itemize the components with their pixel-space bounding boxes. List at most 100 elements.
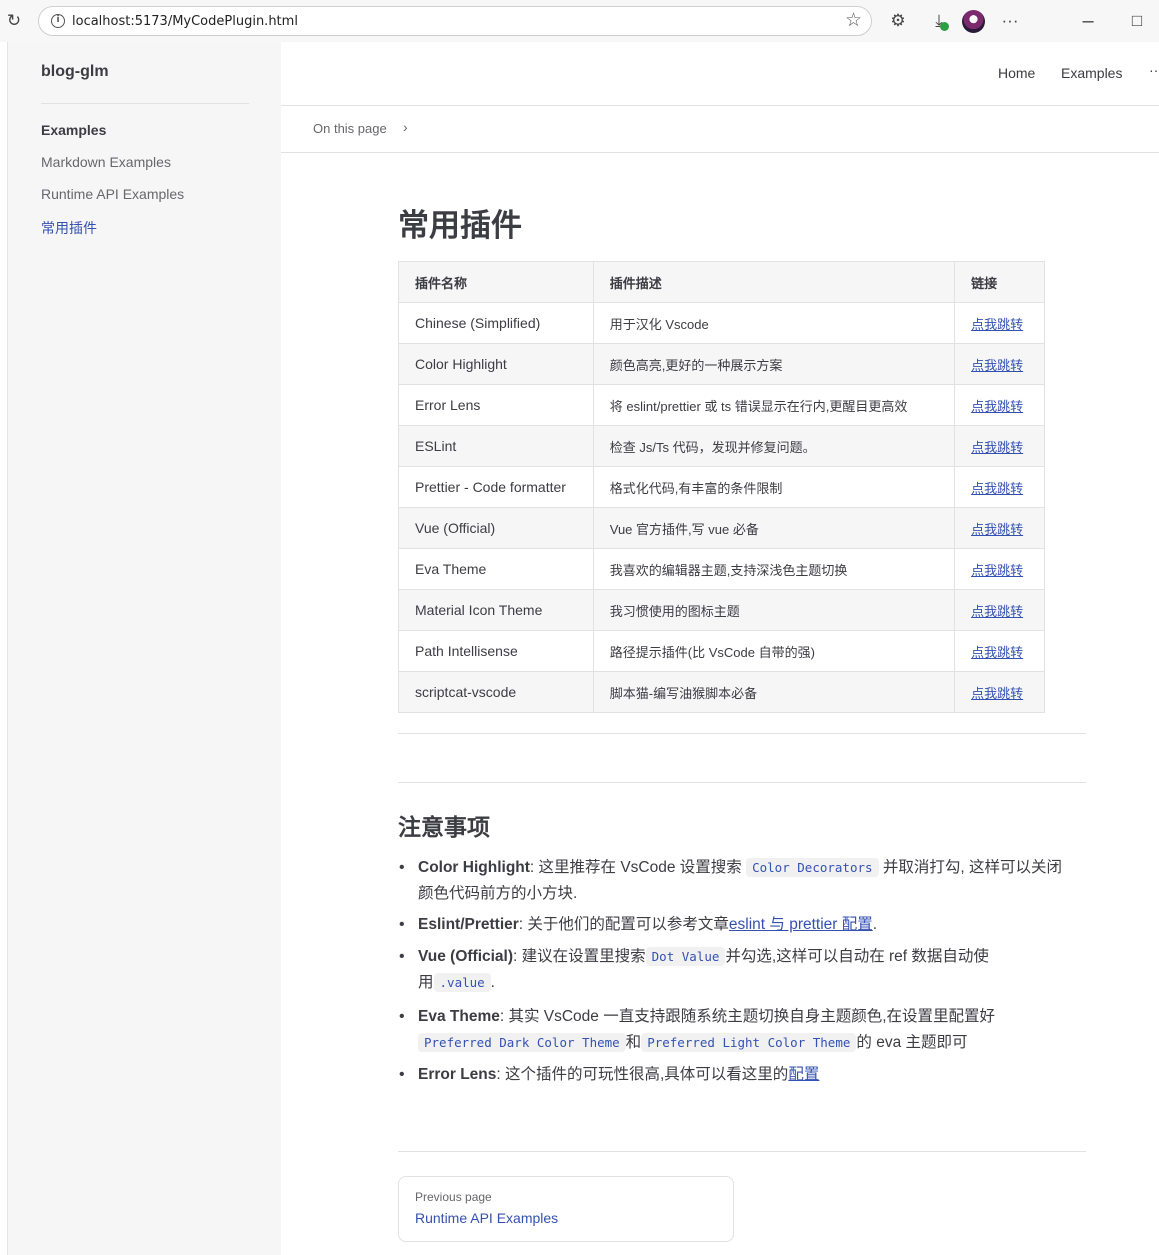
note-text: 和 [625, 1034, 642, 1051]
previous-page-label: Previous page [415, 1190, 492, 1204]
url-text[interactable]: localhost:5173/MyCodePlugin.html [72, 14, 298, 29]
plugin-description: 检查 Js/Ts 代码，发现并修复问题。 [592, 425, 956, 467]
reload-icon[interactable]: ↻ [4, 11, 24, 31]
plugin-name: scriptcat-vscode [398, 671, 594, 713]
note-text: 的 eva 主题即可 [856, 1034, 968, 1051]
page-title: 常用插件 [398, 208, 522, 243]
local-nav: On this page › [281, 106, 1159, 153]
plugin-description: 脚本猫-编写油猴脚本必备 [592, 671, 956, 713]
nav-more-icon[interactable]: ·· [1149, 62, 1158, 78]
inline-code: .value [433, 973, 491, 992]
inline-code: Preferred Light Color Theme [641, 1033, 857, 1052]
sidebar-item-markdown-examples[interactable]: Markdown Examples [41, 154, 171, 170]
sidebar-group-title: Examples [41, 122, 107, 138]
plugin-name: Vue (Official) [398, 507, 594, 549]
column-header-name: 插件名称 [398, 261, 594, 303]
divider [398, 782, 1086, 783]
plugin-link[interactable]: 点我跳转 [971, 317, 1023, 332]
note-text: . [872, 916, 878, 933]
site-title[interactable]: blog-glm [41, 63, 109, 81]
on-this-page-button[interactable]: On this page [313, 121, 387, 136]
divider [398, 1151, 1086, 1152]
note-text: 用 [418, 974, 434, 991]
plugin-link[interactable]: 点我跳转 [971, 358, 1023, 373]
sidebar-divider [41, 103, 249, 104]
download-complete-badge [940, 22, 949, 31]
column-header-description: 插件描述 [592, 261, 956, 303]
address-bar[interactable]: i localhost:5173/MyCodePlugin.html ☆ [38, 6, 872, 36]
inline-code: Dot Value [645, 947, 726, 966]
plugin-description: Vue 官方插件,写 vue 必备 [592, 507, 956, 549]
sidebar-item-runtime-api-examples[interactable]: Runtime API Examples [41, 186, 184, 202]
plugin-link[interactable]: 点我跳转 [971, 604, 1023, 619]
plugin-link[interactable]: 点我跳转 [971, 399, 1023, 414]
inline-code: Color Decorators [746, 858, 879, 877]
note-text: : 建议在设置里搜索 [513, 948, 646, 965]
note-term: Color Highlight [418, 859, 530, 876]
extensions-icon[interactable]: ⚙ [887, 10, 909, 32]
notes-heading: 注意事项 [398, 814, 490, 840]
previous-page-title: Runtime API Examples [415, 1210, 559, 1226]
plugin-description: 我喜欢的编辑器主题,支持深浅色主题切换 [592, 548, 956, 590]
table-row: Eva Theme 我喜欢的编辑器主题,支持深浅色主题切换 点我跳转 [398, 548, 1045, 590]
table-row: Color Highlight 颜色高亮,更好的一种展示方案 点我跳转 [398, 343, 1045, 385]
plugin-name: Prettier - Code formatter [398, 466, 594, 508]
note-text: 并勾选,这样可以自动在 ref 数据自动使 [725, 948, 989, 965]
plugin-link[interactable]: 点我跳转 [971, 645, 1023, 660]
maximize-icon[interactable]: □ [1128, 10, 1146, 32]
plugin-link[interactable]: 点我跳转 [971, 563, 1023, 578]
eslint-prettier-link[interactable]: eslint 与 prettier 配置 [729, 916, 873, 933]
chevron-right-icon[interactable]: › [403, 119, 408, 135]
table-row: Vue (Official) Vue 官方插件,写 vue 必备 点我跳转 [398, 507, 1045, 549]
sidebar-edge [0, 42, 8, 1255]
plugin-description: 用于汉化 Vscode [592, 302, 956, 344]
sidebar-item-plugins[interactable]: 常用插件 [41, 218, 97, 238]
plugins-table: 插件名称 插件描述 链接 Chinese (Simplified) 用于汉化 V… [398, 261, 1045, 713]
inline-code: Preferred Dark Color Theme [418, 1033, 626, 1052]
note-text: : 这个插件的可玩性很高,具体可以看这里的 [496, 1066, 789, 1083]
note-text: : 这里推荐在 VsCode 设置搜索 [529, 859, 747, 876]
list-item: Error Lens: 这个插件的可玩性很高,具体可以看这里的配置 [399, 1062, 1086, 1088]
list-item: Eslint/Prettier: 关于他们的配置可以参考文章eslint 与 p… [399, 912, 1086, 938]
site-info-icon[interactable]: i [51, 14, 65, 28]
nav-link-examples[interactable]: Examples [1061, 65, 1122, 81]
minimize-icon[interactable]: – [1077, 10, 1099, 32]
plugin-name: Color Highlight [398, 343, 594, 385]
plugin-name: Eva Theme [398, 548, 594, 590]
plugin-description: 路径提示插件(比 VsCode 自带的强) [592, 630, 956, 672]
previous-page-link[interactable]: Previous page Runtime API Examples [398, 1176, 734, 1242]
plugin-link[interactable]: 点我跳转 [971, 440, 1023, 455]
plugin-name: Path Intellisense [398, 630, 594, 672]
table-row: Prettier - Code formatter 格式化代码,有丰富的条件限制… [398, 466, 1045, 508]
note-text: 颜色代码前方的小方块. [418, 885, 578, 902]
plugin-description: 格式化代码,有丰富的条件限制 [592, 466, 956, 508]
note-term: Eslint/Prettier [418, 916, 519, 933]
table-row: Material Icon Theme 我习惯使用的图标主题 点我跳转 [398, 589, 1045, 631]
browser-menu-icon[interactable]: ··· [998, 10, 1022, 32]
plugin-link[interactable]: 点我跳转 [971, 481, 1023, 496]
plugin-description: 颜色高亮,更好的一种展示方案 [592, 343, 956, 385]
note-term: Vue (Official) [418, 948, 514, 965]
profile-avatar[interactable] [962, 10, 985, 33]
note-text: : 其实 VsCode 一直支持跟随系统主题切换自身主题颜色,在设置里配置好 [499, 1008, 996, 1025]
plugin-link[interactable]: 点我跳转 [971, 522, 1023, 537]
plugin-description: 我习惯使用的图标主题 [592, 589, 956, 631]
table-row: Path Intellisense 路径提示插件(比 VsCode 自带的强) … [398, 630, 1045, 672]
table-header-row: 插件名称 插件描述 链接 [398, 261, 1045, 303]
list-item: Vue (Official): 建议在设置里搜索Dot Value并勾选,这样可… [399, 944, 1086, 996]
table-row: ESLint 检查 Js/Ts 代码，发现并修复问题。 点我跳转 [398, 425, 1045, 467]
plugin-name: Material Icon Theme [398, 589, 594, 631]
note-term: Eva Theme [418, 1008, 500, 1025]
nav-link-home[interactable]: Home [998, 65, 1035, 81]
note-term: Error Lens [418, 1066, 497, 1083]
bookmark-star-icon[interactable]: ☆ [845, 10, 862, 32]
error-lens-config-link[interactable]: 配置 [788, 1066, 819, 1083]
plugin-link[interactable]: 点我跳转 [971, 686, 1023, 701]
plugin-name: Chinese (Simplified) [398, 302, 594, 344]
plugin-name: ESLint [398, 425, 594, 467]
note-text: : 关于他们的配置可以参考文章 [518, 916, 729, 933]
list-item: Eva Theme: 其实 VsCode 一直支持跟随系统主题切换自身主题颜色,… [399, 1004, 1086, 1056]
table-row: scriptcat-vscode 脚本猫-编写油猴脚本必备 点我跳转 [398, 671, 1045, 713]
column-header-link: 链接 [954, 261, 1045, 303]
sidebar: blog-glm Examples Markdown Examples Runt… [8, 42, 281, 1255]
